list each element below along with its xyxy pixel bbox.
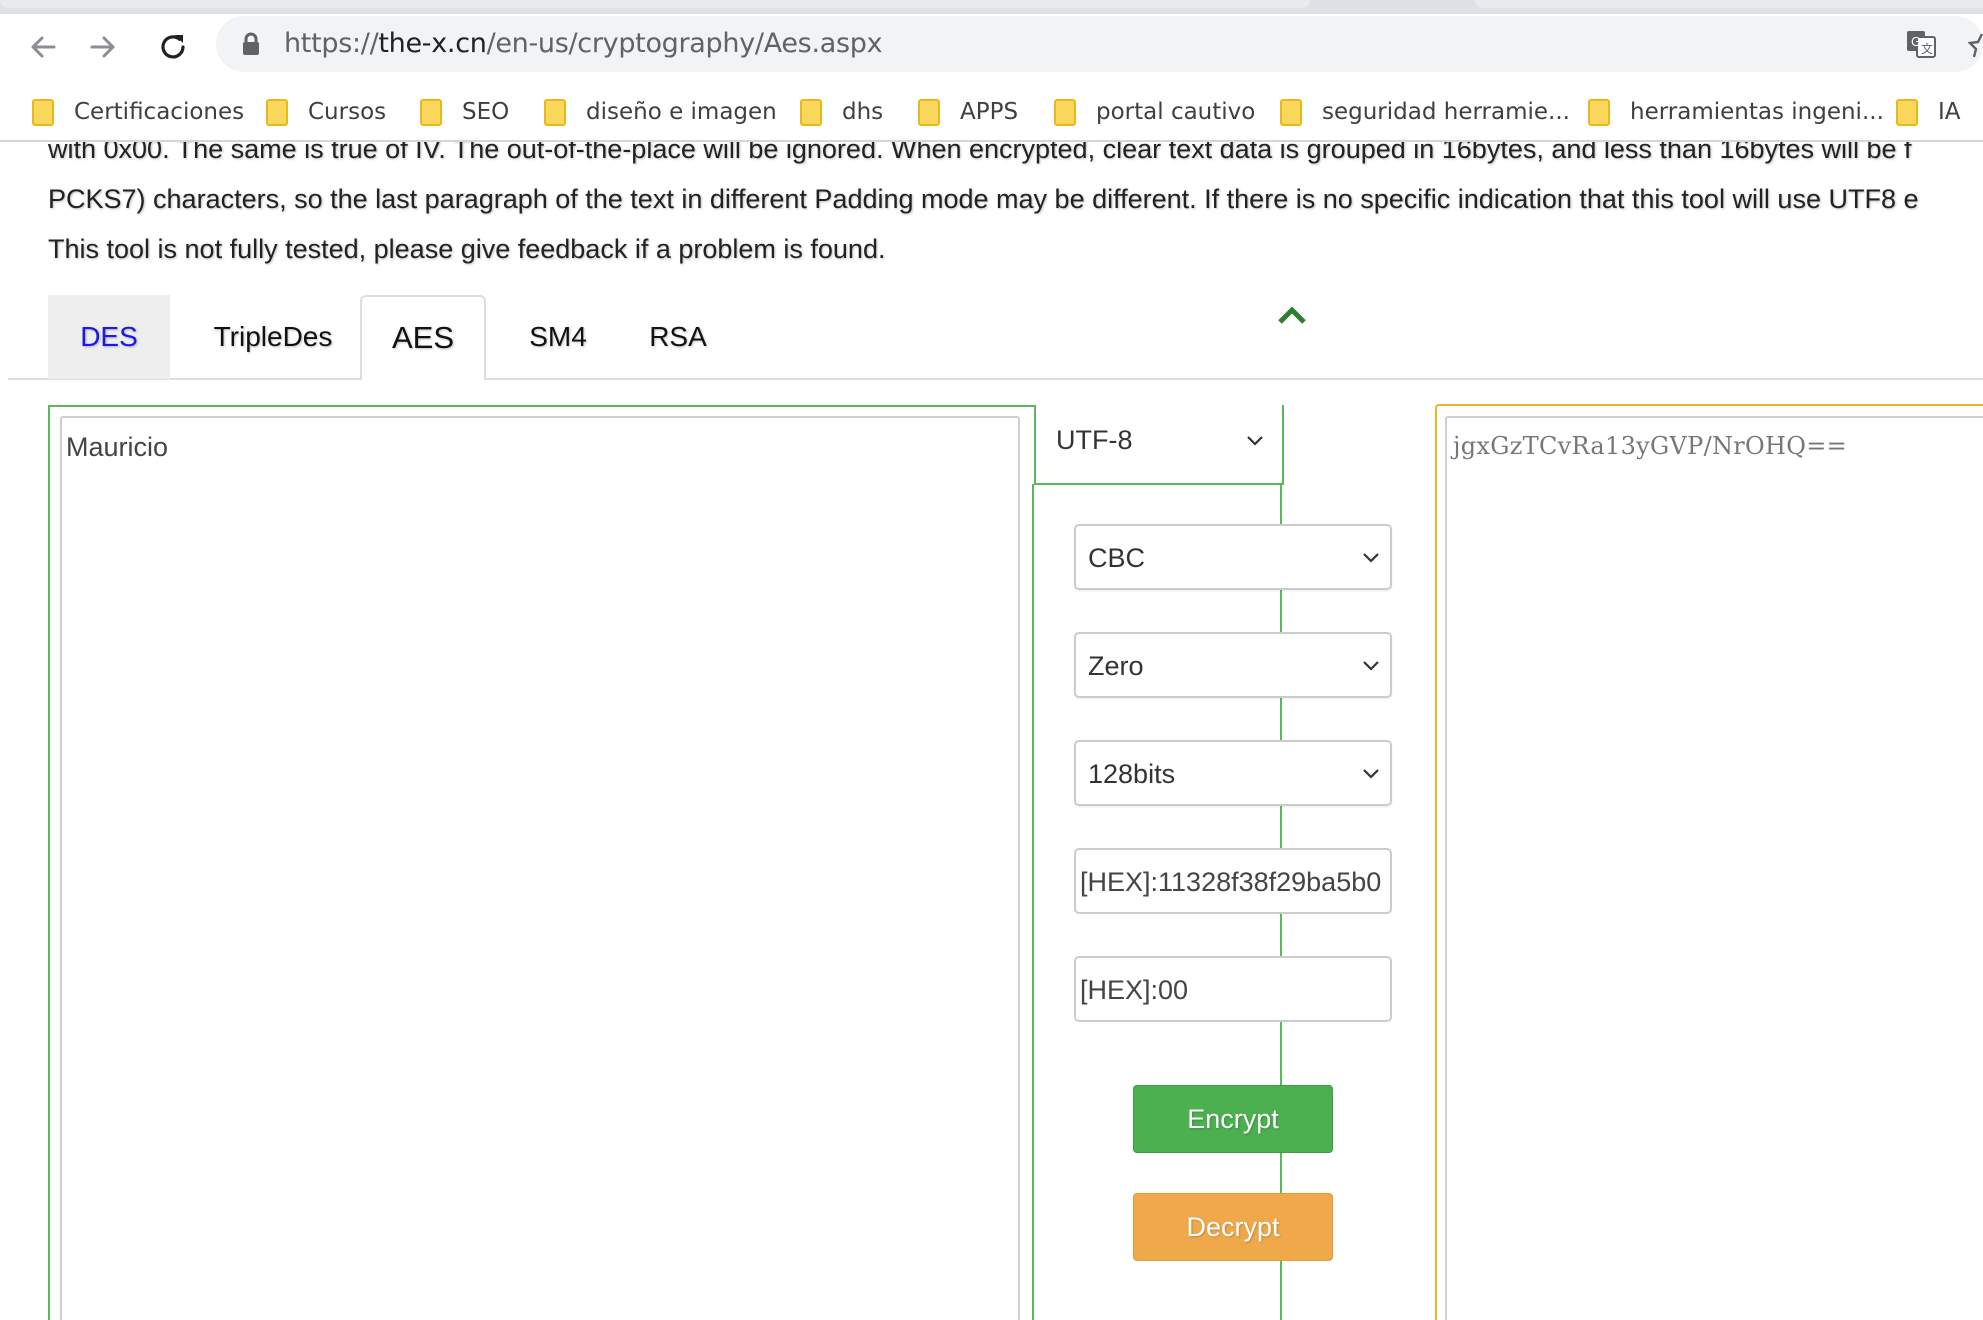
reload-button[interactable]: [148, 22, 198, 72]
key-size-value: 128bits: [1088, 759, 1176, 789]
decrypt-button[interactable]: Decrypt: [1133, 1193, 1333, 1261]
arrow-left-icon: [31, 36, 56, 58]
chevron-down-icon: [1363, 661, 1379, 671]
charset-select[interactable]: UTF-8: [1034, 405, 1284, 485]
browser-toolbar: https://the-x.cn/en-us/cryptography/Aes.…: [0, 14, 1983, 86]
description-line: with 0x00. The same is true of IV. The o…: [48, 142, 1912, 164]
back-button[interactable]: [18, 22, 68, 72]
folder-icon: [800, 98, 822, 126]
forward-button[interactable]: [78, 22, 128, 72]
padding-value: Zero: [1088, 651, 1144, 681]
url-scheme: https://: [284, 28, 379, 59]
charset-value: UTF-8: [1056, 425, 1133, 455]
bookmark-label: APPS: [960, 99, 1019, 125]
translate-icon[interactable]: G 文: [1906, 30, 1936, 58]
chevron-down-icon: [1247, 436, 1263, 446]
browser-tab-strip: [0, 0, 1983, 14]
folder-icon: [266, 98, 288, 126]
reload-icon: [161, 35, 185, 59]
folder-icon: [1588, 98, 1610, 126]
folder-icon: [544, 98, 566, 126]
iv-input[interactable]: [HEX]:00: [1074, 956, 1392, 1022]
key-input[interactable]: [HEX]:11328f38f29ba5b0: [1074, 848, 1392, 914]
options-border: [1032, 484, 1034, 1320]
algorithm-tabs: DES TripleDes AES SM4 RSA: [8, 240, 1983, 381]
bookmark-label: IA: [1938, 99, 1961, 125]
bookmark-folder-seguridad-herramientas[interactable]: seguridad herramie...: [1280, 92, 1570, 132]
bookmark-label: Certificaciones: [74, 99, 245, 125]
svg-text:G: G: [1911, 35, 1920, 49]
bookmark-folder-ia[interactable]: IA: [1896, 92, 1961, 132]
bookmark-folder-seo[interactable]: SEO: [420, 92, 509, 132]
svg-text:文: 文: [1921, 41, 1933, 56]
bookmark-label: diseño e imagen: [586, 99, 777, 125]
bookmark-star-icon[interactable]: [1968, 30, 1983, 58]
tab-sm4[interactable]: SM4: [508, 295, 608, 379]
mode-value: CBC: [1088, 543, 1146, 573]
folder-icon: [32, 98, 54, 126]
bookmarks-bar: Certificaciones Cursos SEO diseño e imag…: [0, 86, 1983, 142]
bookmark-folder-cursos[interactable]: Cursos: [266, 92, 386, 132]
folder-icon: [1896, 98, 1918, 126]
folder-icon: [918, 98, 940, 126]
chevron-down-icon: [1363, 553, 1379, 563]
address-bar[interactable]: https://the-x.cn/en-us/cryptography/Aes.…: [216, 16, 1983, 72]
browser-tab[interactable]: [1475, 0, 1983, 8]
bookmark-label: Cursos: [308, 99, 387, 125]
encrypt-button[interactable]: Encrypt: [1133, 1085, 1333, 1153]
bookmark-label: portal cautivo: [1096, 99, 1256, 125]
bookmark-label: seguridad herramie...: [1322, 99, 1570, 125]
bookmark-folder-apps[interactable]: APPS: [918, 92, 1018, 132]
padding-select[interactable]: Zero: [1074, 632, 1392, 698]
folder-icon: [1054, 98, 1076, 126]
url-text[interactable]: https://the-x.cn/en-us/cryptography/Aes.…: [284, 28, 883, 59]
ciphertext-textarea[interactable]: jgxGzTCvRa13yGVP/NrOHQ==: [1445, 416, 1983, 1320]
arrow-right-icon: [90, 36, 115, 58]
tab-rsa[interactable]: RSA: [628, 295, 728, 379]
bookmark-label: dhs: [842, 99, 884, 125]
mode-select[interactable]: CBC: [1074, 524, 1392, 590]
url-path: /en-us/cryptography/Aes.aspx: [486, 28, 883, 59]
bookmark-folder-herramientas-ingenieria[interactable]: herramientas ingeni...: [1588, 92, 1884, 132]
iv-value: [HEX]:00: [1080, 975, 1189, 1005]
chevron-up-icon[interactable]: [1277, 305, 1307, 325]
bookmark-label: herramientas ingeni...: [1630, 99, 1884, 125]
bookmark-folder-dhs[interactable]: dhs: [800, 92, 883, 132]
folder-icon: [1280, 98, 1302, 126]
bookmark-label: SEO: [462, 99, 510, 125]
chevron-down-icon: [1363, 769, 1379, 779]
key-size-select[interactable]: 128bits: [1074, 740, 1392, 806]
folder-icon: [420, 98, 442, 126]
tab-tripledes[interactable]: TripleDes: [188, 295, 358, 379]
tab-aes[interactable]: AES: [360, 295, 486, 381]
plaintext-textarea[interactable]: Mauricio: [60, 416, 1020, 1320]
tab-des[interactable]: DES: [48, 295, 170, 379]
page-content: with 0x00. The same is true of IV. The o…: [0, 142, 1983, 1320]
description-line: PCKS7) characters, so the last paragraph…: [48, 184, 1919, 214]
key-value: [HEX]:11328f38f29ba5b0: [1080, 867, 1382, 897]
browser-tab[interactable]: [0, 0, 1310, 8]
bookmark-folder-portal-cautivo[interactable]: portal cautivo: [1054, 92, 1255, 132]
bookmark-folder-certificaciones[interactable]: Certificaciones: [32, 92, 244, 132]
url-host: the-x.cn: [378, 28, 487, 59]
lock-icon[interactable]: [242, 32, 260, 56]
bookmark-folder-diseno-e-imagen[interactable]: diseño e imagen: [544, 92, 777, 132]
